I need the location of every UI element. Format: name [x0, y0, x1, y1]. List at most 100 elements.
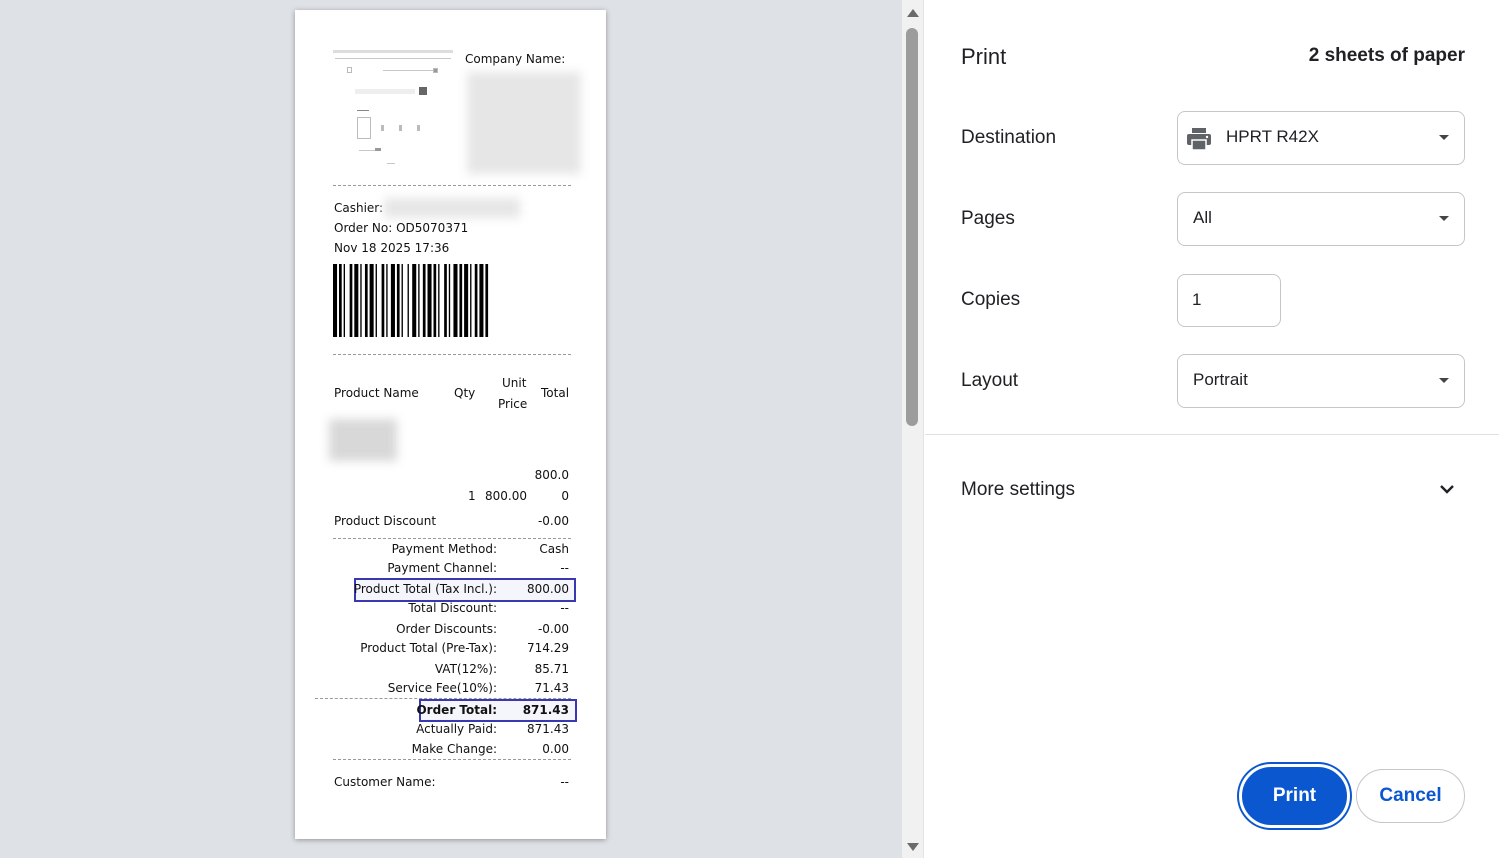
barcode-bar [339, 264, 342, 337]
summary-value: 71.43 [534, 681, 569, 695]
item-total-line1: 800.0 [534, 468, 569, 482]
copies-input[interactable]: 1 [1177, 274, 1281, 327]
barcode-bar [412, 264, 417, 337]
barcode-bar [453, 264, 458, 337]
printer-icon [1187, 128, 1211, 151]
pages-select[interactable]: All [1177, 192, 1465, 246]
scrollbar-thumb[interactable] [906, 28, 918, 426]
destination-dropdown-icon [1439, 135, 1449, 140]
customer-name-label: Customer Name: [334, 775, 436, 789]
pages-value: All [1193, 208, 1212, 227]
column-header-price: Price [498, 397, 528, 411]
pages-dropdown-icon [1439, 216, 1449, 221]
barcode-bar [459, 264, 463, 337]
column-header-total: Total [541, 386, 570, 400]
cashier-name-redacted [384, 198, 520, 218]
summary-label: Make Change: [411, 742, 497, 756]
summary-label: Order Discounts: [396, 622, 497, 636]
barcode-bar [448, 264, 451, 337]
barcode-bar [464, 264, 469, 337]
layout-label: Layout [961, 370, 1019, 391]
summary-label: Service Fee(10%): [387, 681, 497, 695]
barcode-bar [364, 264, 368, 337]
copies-value: 1 [1192, 290, 1202, 309]
receipt-logo-image [333, 48, 455, 170]
order-number: Order No: OD5070371 [334, 221, 469, 235]
barcode-bar [401, 264, 403, 337]
layout-dropdown-icon [1439, 378, 1449, 383]
barcode-bar [418, 264, 420, 337]
destination-label: Destination [961, 127, 1057, 148]
barcode-bar [438, 264, 440, 337]
destination-value: HPRT R42X [1226, 127, 1319, 146]
company-name-redacted [467, 72, 581, 174]
summary-label: Order Total: [416, 703, 497, 717]
summary-value: 800.00 [527, 582, 569, 596]
sheet-count: 2 sheets of paper [1308, 45, 1465, 66]
print-title: Print [961, 44, 1007, 69]
summary-label: VAT(12%): [434, 662, 497, 676]
barcode-bar [360, 264, 362, 337]
scroll-down-arrow-icon[interactable] [907, 843, 919, 851]
company-name-label: Company Name: [465, 52, 566, 66]
chevron-down-icon[interactable] [1437, 479, 1457, 499]
print-button[interactable]: Print [1239, 764, 1350, 828]
barcode-bar [386, 264, 388, 337]
product-discount-value: -0.00 [537, 514, 569, 528]
item-qty: 1 [468, 489, 476, 503]
barcode-bar [390, 264, 395, 337]
barcode-bar [407, 264, 409, 337]
layout-value: Portrait [1193, 370, 1248, 389]
summary-value: 714.29 [527, 641, 569, 655]
summary-label: Product Total (Pre-Tax): [360, 641, 497, 655]
barcode-bar [349, 264, 353, 337]
summary-value: 871.43 [527, 722, 569, 736]
receipt-page: Company Name: Cashier: Order No: OD50703… [295, 10, 606, 839]
order-barcode [333, 264, 489, 337]
summary-label: Payment Method: [391, 542, 497, 556]
print-settings-panel: Print 2 sheets of paper Destination HPRT… [925, 0, 1499, 858]
summary-value: 85.71 [534, 662, 569, 676]
barcode-bar [333, 264, 338, 337]
column-header-product-name: Product Name [334, 386, 419, 400]
summary-label: Total Discount: [408, 601, 497, 615]
barcode-bar [396, 264, 400, 337]
summary-label: Product Total (Tax Incl.): [353, 582, 497, 596]
destination-select[interactable]: HPRT R42X [1177, 111, 1465, 165]
barcode-bar [369, 264, 374, 337]
column-header-unit: Unit [502, 376, 527, 390]
summary-value: 0.00 [542, 742, 569, 756]
summary-value: -- [560, 601, 569, 615]
product-discount-label: Product Discount [334, 514, 437, 528]
barcode-bar [375, 264, 377, 337]
barcode-bar [422, 264, 426, 337]
summary-label: Payment Channel: [387, 561, 497, 575]
barcode-bar [433, 264, 437, 337]
more-settings-toggle[interactable]: More settings [961, 479, 1075, 501]
barcode-bar [485, 264, 489, 337]
summary-value: -0.00 [537, 622, 569, 636]
barcode-bar [343, 264, 345, 337]
layout-select[interactable]: Portrait [1177, 354, 1465, 408]
pages-label: Pages [961, 208, 1015, 229]
print-preview-area: Company Name: Cashier: Order No: OD50703… [0, 0, 902, 858]
column-header-qty: Qty [454, 386, 476, 400]
barcode-bar [427, 264, 432, 337]
item-unit-price: 800.00 [485, 489, 527, 503]
item-total-line2: 0 [561, 489, 569, 503]
product-image-redacted [329, 419, 397, 461]
cancel-button[interactable]: Cancel [1356, 769, 1465, 823]
cashier-label: Cashier: [334, 201, 384, 215]
scroll-up-arrow-icon[interactable] [907, 9, 919, 17]
barcode-bar [354, 264, 359, 337]
copies-label: Copies [961, 289, 1021, 310]
barcode-bar [381, 264, 385, 337]
summary-value: Cash [539, 542, 569, 556]
order-datetime: Nov 18 2025 17:36 [334, 241, 450, 255]
preview-scrollbar[interactable] [902, 0, 924, 858]
summary-label: Actually Paid: [416, 722, 497, 736]
barcode-bar [474, 264, 478, 337]
summary-value: -- [560, 561, 569, 575]
barcode-bar [479, 264, 484, 337]
barcode-bar [444, 264, 447, 337]
